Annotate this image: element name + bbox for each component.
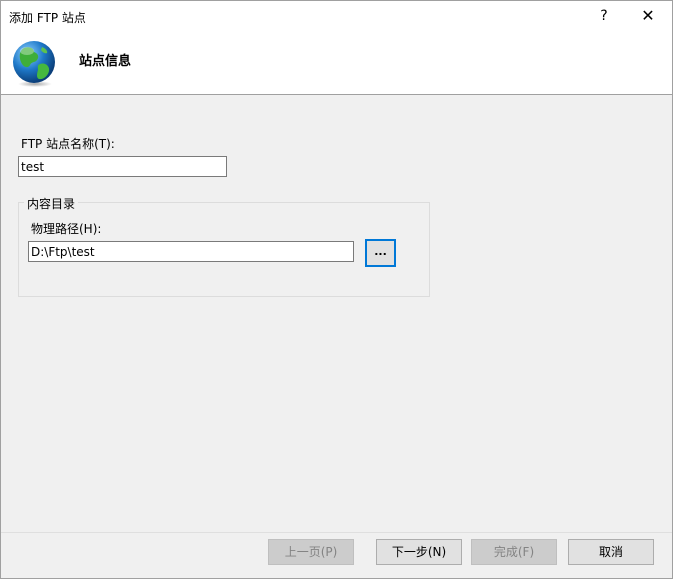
site-name-input[interactable] <box>18 156 227 177</box>
help-button[interactable]: ? <box>584 3 624 29</box>
physical-path-label: 物理路径(H): <box>31 222 102 236</box>
previous-button[interactable]: 上一页(P) <box>268 539 354 565</box>
globe-icon <box>13 41 55 87</box>
physical-path-input[interactable] <box>28 241 354 262</box>
footer-divider <box>1 532 672 533</box>
finish-button[interactable]: 完成(F) <box>471 539 557 565</box>
title-bar: 添加 FTP 站点 ? ✕ <box>1 1 672 32</box>
site-name-label: FTP 站点名称(T): <box>21 137 115 151</box>
content-directory-label: 内容目录 <box>24 195 79 212</box>
close-button[interactable]: ✕ <box>628 3 668 29</box>
next-button[interactable]: 下一步(N) <box>376 539 462 565</box>
cancel-button[interactable]: 取消 <box>568 539 654 565</box>
window-title: 添加 FTP 站点 <box>9 11 86 25</box>
wizard-header: 站点信息 <box>1 32 672 95</box>
page-title: 站点信息 <box>79 54 132 69</box>
add-ftp-site-dialog: 添加 FTP 站点 ? ✕ 站点信息 FTP 站点名称(T): test 内容目… <box>0 0 673 579</box>
browse-button[interactable]: ... <box>365 239 396 267</box>
